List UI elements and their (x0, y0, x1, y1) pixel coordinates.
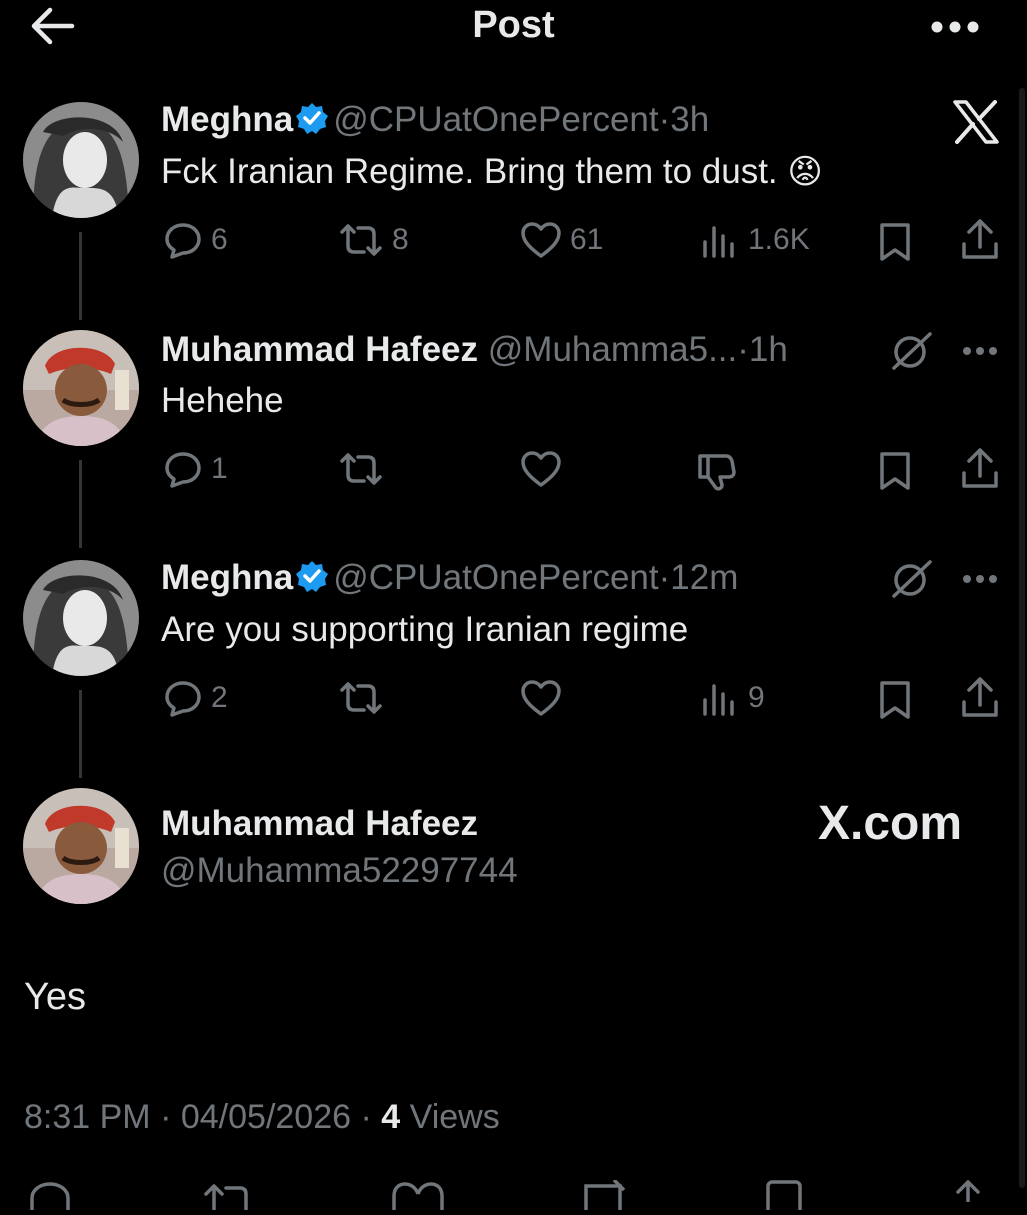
reply-icon (165, 223, 201, 259)
separator-dot: · (360, 1098, 372, 1136)
tweet-text: Hehehe (161, 381, 284, 420)
scrollbar[interactable] (1019, 88, 1025, 1188)
avatar[interactable] (23, 560, 139, 676)
heart-icon[interactable] (390, 1180, 446, 1215)
share-icon[interactable] (959, 676, 1001, 725)
views-button[interactable]: 1.6K (700, 220, 810, 260)
avatar[interactable] (23, 788, 139, 904)
views-count: 9 (748, 681, 765, 714)
reply-count: 2 (211, 681, 228, 714)
post-time[interactable]: 12m (670, 558, 738, 597)
more-options-icon[interactable] (930, 20, 980, 39)
reply-icon[interactable] (28, 1180, 72, 1215)
reply-button[interactable]: 2 (163, 678, 228, 718)
tweet-text: Fck Iranian Regime. Bring them to dust. (161, 152, 778, 191)
avatar[interactable] (23, 330, 139, 446)
avatar[interactable] (23, 102, 139, 218)
grok-icon[interactable] (888, 558, 934, 605)
thread-line (79, 232, 82, 320)
reply-button[interactable]: 6 (163, 220, 228, 260)
post-time[interactable]: 1h (749, 330, 788, 369)
bookmark-icon[interactable] (876, 451, 914, 496)
repost-icon (340, 224, 382, 256)
reply-count: 6 (211, 223, 228, 256)
verified-badge-icon (296, 103, 329, 134)
separator-dot: · (658, 100, 671, 139)
x-logo-icon (952, 100, 1000, 149)
views-count: 4 (381, 1098, 401, 1136)
reply-button[interactable]: 1 (163, 449, 228, 489)
separator-dot: · (160, 1098, 172, 1136)
post-time[interactable]: 8:31 PM (24, 1098, 151, 1136)
repost-icon (340, 453, 382, 485)
bookmark-icon[interactable] (876, 680, 914, 725)
bookmark-icon[interactable] (580, 1178, 628, 1215)
heart-icon (521, 222, 561, 258)
views-icon (703, 226, 734, 258)
author-handle[interactable]: @CPUatOnePercent (333, 558, 658, 597)
views-icon (703, 684, 734, 716)
tweet-text: Are you supporting Iranian regime (161, 610, 689, 649)
share-icon[interactable] (959, 218, 1001, 267)
watermark: X.com (818, 797, 963, 850)
share-icon[interactable] (959, 447, 1001, 496)
author-name[interactable]: Meghna (161, 100, 293, 139)
author-name[interactable]: Muhammad Hafeez (161, 804, 478, 843)
heart-icon (521, 451, 561, 487)
like-button[interactable]: 61 (520, 220, 603, 260)
share-icon[interactable] (948, 1178, 988, 1207)
repost-button[interactable]: 8 (338, 220, 409, 260)
author-name[interactable]: Meghna (161, 558, 293, 597)
more-options-icon[interactable] (962, 571, 998, 589)
dislike-icon[interactable] (696, 450, 738, 497)
repost-icon[interactable] (202, 1180, 256, 1215)
post-time[interactable]: 3h (670, 100, 709, 139)
like-count: 61 (570, 223, 604, 256)
repost-button[interactable] (338, 449, 384, 489)
author-handle[interactable]: @Muhamma52297744 (161, 851, 518, 890)
bookmark-icon[interactable] (876, 222, 914, 267)
angry-face-emoji: 😡 (787, 153, 823, 191)
reply-icon (165, 452, 201, 488)
repost-icon (340, 682, 382, 714)
views-button[interactable]: 9 (700, 678, 765, 718)
author-name[interactable]: Muhammad Hafeez (161, 330, 478, 369)
thread-line (79, 690, 82, 778)
verified-badge-icon (296, 561, 329, 592)
tweet-text: Yes (24, 976, 86, 1018)
heart-icon (521, 680, 561, 716)
more-options-icon[interactable] (962, 343, 998, 361)
views-count: 1.6K (748, 223, 810, 256)
repost-button[interactable] (338, 678, 384, 718)
author-handle[interactable]: @Muhamma5... (488, 330, 738, 369)
grok-icon[interactable] (888, 330, 934, 377)
like-button[interactable] (520, 449, 562, 489)
thread-line (79, 460, 82, 548)
page-title: Post (472, 4, 555, 46)
reply-icon (165, 681, 201, 717)
bookmark-icon[interactable] (762, 1180, 806, 1215)
separator-dot: · (658, 558, 671, 597)
repost-count: 8 (392, 223, 409, 256)
author-handle[interactable]: @CPUatOnePercent (333, 100, 658, 139)
like-button[interactable] (520, 678, 562, 718)
reply-count: 1 (211, 452, 228, 485)
post-date[interactable]: 04/05/2026 (181, 1098, 351, 1136)
separator-dot: · (737, 330, 749, 369)
views-label: Views (409, 1098, 500, 1136)
